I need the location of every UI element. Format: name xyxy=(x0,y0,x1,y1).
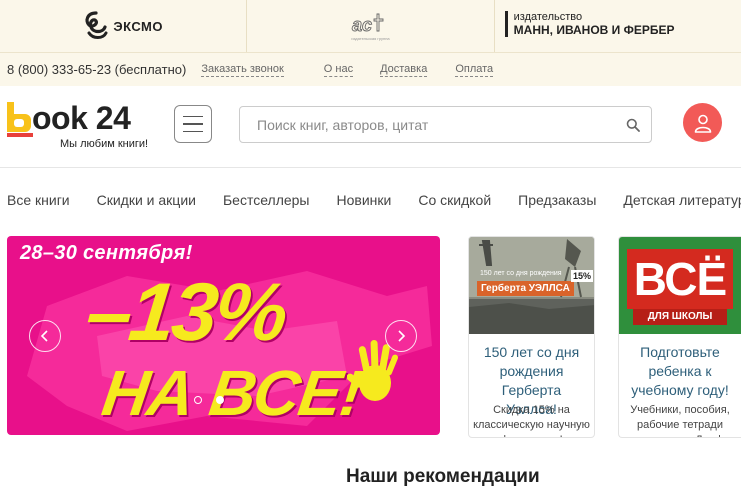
publisher-ast[interactable]: ас издательская группа xyxy=(247,0,495,52)
logo-slogan: Мы любим книги! xyxy=(60,138,149,150)
promo-image-subline: ДЛЯ ШКОЛЫ xyxy=(633,309,727,325)
banner-subtitle: НА ВСЕ! xyxy=(97,357,367,429)
banner-prev-button[interactable] xyxy=(29,320,61,352)
callback-link[interactable]: Заказать звонок xyxy=(201,63,284,77)
nav-item-kids[interactable]: Детская литература xyxy=(623,192,741,208)
promo-image: ВСЁ ДЛЯ ШКОЛЫ xyxy=(619,237,741,334)
site-logo[interactable]: ook 24 Мы любим книги! xyxy=(6,100,151,150)
logo-text: ook 24 xyxy=(32,100,131,136)
nav-item-preorders[interactable]: Предзаказы xyxy=(518,192,596,208)
banner-dot[interactable] xyxy=(194,396,202,404)
publisher-name: ЭКСМО xyxy=(113,18,163,34)
site-header: ook 24 Мы любим книги! xyxy=(0,86,741,168)
category-nav: Все книги Скидки и акции Бестселлеры Нов… xyxy=(7,192,741,208)
promo-card-wells[interactable]: 150 лет со дня рождения Герберта УЭЛЛСА … xyxy=(468,236,595,438)
phone-number: 8 (800) 333-65-23 (бесплатно) xyxy=(7,62,187,77)
promo-image-caption: 150 лет со дня рождения xyxy=(480,270,562,277)
profile-button[interactable] xyxy=(683,103,722,142)
chevron-left-icon xyxy=(40,330,48,342)
publisher-eksmo[interactable]: ЭКСМО xyxy=(0,0,248,52)
nav-item-bestsellers[interactable]: Бестселлеры xyxy=(223,192,310,208)
about-link[interactable]: О нас xyxy=(323,63,354,77)
delivery-link[interactable]: Доставка xyxy=(380,63,428,77)
mif-bracket-icon xyxy=(504,11,508,37)
eksmo-logo-icon xyxy=(85,11,108,39)
svg-text:ас: ас xyxy=(352,15,372,35)
publisher-name: МАНН, ИВАНОВ И ФЕРБЕР xyxy=(513,23,675,37)
menu-icon-line xyxy=(183,130,203,133)
logo-b-icon xyxy=(7,102,33,137)
info-bar: 8 (800) 333-65-23 (бесплатно) Заказать з… xyxy=(0,53,741,86)
banner-discount: –13% xyxy=(82,267,290,358)
promo-image-discount: 15% xyxy=(571,270,594,282)
nav-item-new[interactable]: Новинки xyxy=(337,192,392,208)
promo-image: 150 лет со дня рождения Герберта УЭЛЛСА … xyxy=(469,237,594,334)
promo-description: Скидка 15% на классическую научную фанта… xyxy=(473,404,590,437)
menu-icon-line xyxy=(183,123,203,125)
promo-banner[interactable]: 28–30 сентября! –13% НА ВСЕ! xyxy=(7,236,440,435)
promo-image-headline: ВСЁ xyxy=(627,249,733,309)
menu-button[interactable] xyxy=(174,105,212,143)
nav-item-sale[interactable]: Со скидкой xyxy=(418,192,491,208)
payment-link[interactable]: Оплата xyxy=(455,63,494,77)
publisher-tagline: издательская группа xyxy=(351,36,390,41)
nav-item-all-books[interactable]: Все книги xyxy=(7,192,70,208)
banner-next-button[interactable] xyxy=(385,320,417,352)
recommendations-heading: Наши рекомендации xyxy=(346,466,540,487)
banner-dates: 28–30 сентября! xyxy=(20,242,193,264)
publishers-bar: ЭКСМО ас издательская группа издательств… xyxy=(0,0,741,53)
publisher-mif[interactable]: издательство МАНН, ИВАНОВ И ФЕРБЕР xyxy=(495,0,741,52)
promo-card-school[interactable]: ВСЁ ДЛЯ ШКОЛЫ Подготовьте ребенка к учеб… xyxy=(618,236,741,438)
search-input[interactable] xyxy=(240,116,615,133)
nav-item-discounts[interactable]: Скидки и акции xyxy=(97,192,196,208)
search-box xyxy=(239,106,652,143)
promo-description: Учебники, пособия, рабочие тетради издат… xyxy=(630,404,730,437)
search-icon xyxy=(626,118,640,132)
chevron-right-icon xyxy=(398,330,406,342)
banner-dot-active[interactable] xyxy=(216,396,224,404)
user-icon xyxy=(694,114,711,133)
menu-icon xyxy=(183,115,203,118)
search-button[interactable] xyxy=(615,107,651,142)
promo-image-name: Герберта УЭЛЛСА xyxy=(477,281,574,296)
banner-pagination xyxy=(194,396,224,404)
ast-logo-icon: ас xyxy=(352,13,384,35)
promo-title[interactable]: Подготовьте ребенка к учебному году! xyxy=(625,343,735,400)
